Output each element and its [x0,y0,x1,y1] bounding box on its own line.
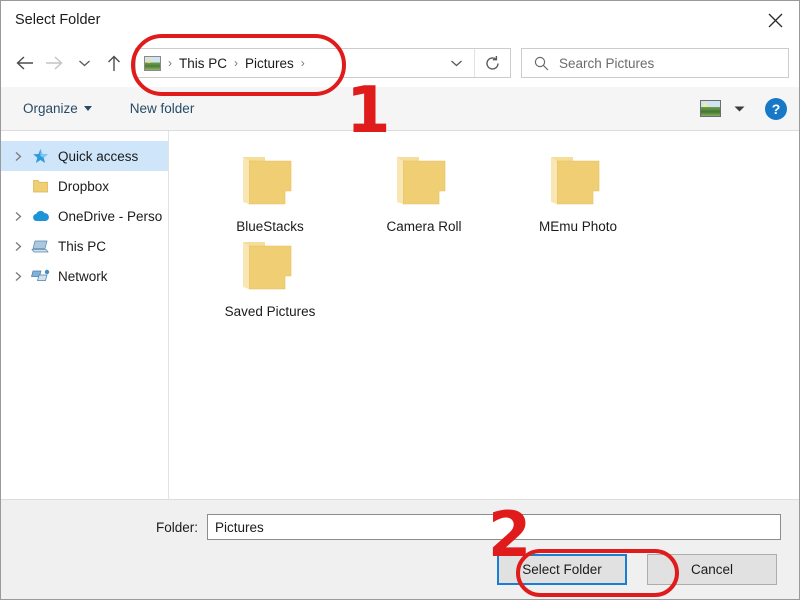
sidebar-item-quick-access[interactable]: Quick access [1,141,168,171]
breadcrumb-item-pictures[interactable]: Pictures [245,56,294,71]
folder-name-row: Folder: Pictures [156,500,799,540]
arrow-left-icon [15,56,33,70]
expand-chevron-icon[interactable] [7,211,29,222]
expand-chevron-icon[interactable] [7,241,29,252]
breadcrumb-separator: › [234,56,239,70]
organize-button[interactable]: Organize [23,101,92,116]
breadcrumb-bar: › This PC › Pictures › [135,48,511,78]
close-icon [768,13,782,27]
sidebar-item-label: Dropbox [58,178,110,194]
select-folder-button[interactable]: Select Folder [497,554,627,585]
chevron-down-icon [450,60,462,67]
file-item-label: MEmu Photo [538,219,618,234]
cancel-button[interactable]: Cancel [647,554,777,585]
refresh-icon [486,55,499,70]
file-item[interactable]: MEmu Photo [501,149,655,234]
breadcrumb-item-this-pc[interactable]: This PC [179,56,227,71]
sidebar-item-label: This PC [58,238,107,254]
select-folder-dialog: Select Folder › This PC › Pictures › Sea… [0,0,800,600]
star-icon [29,148,51,165]
sidebar-item-label: OneDrive - Perso [58,208,163,224]
folder-icon [243,242,292,290]
file-grid: BlueStacks Camera Roll MEmu Photo Saved … [193,149,799,319]
chevron-down-icon [734,106,745,111]
title-bar: Select Folder [1,1,799,39]
view-layout-icon[interactable] [700,100,721,117]
computer-icon [29,239,51,254]
new-folder-button[interactable]: New folder [130,101,195,116]
breadcrumb-separator: › [300,56,305,70]
organize-label: Organize [23,101,78,116]
sidebar-item-label: Network [58,268,108,284]
chevron-down-icon [78,60,90,67]
dialog-body: Quick access Dropbox OneDrive - Perso Th… [1,131,799,499]
sidebar-item-network[interactable]: Network [1,261,168,291]
folder-input[interactable]: Pictures [207,514,781,540]
folder-icon [243,157,292,205]
back-button[interactable] [9,47,39,79]
arrow-up-icon [108,55,120,71]
file-item[interactable]: BlueStacks [193,149,347,234]
new-folder-label: New folder [129,101,195,116]
chevron-down-icon [83,106,92,111]
dialog-footer: Folder: Pictures Select Folder Cancel [1,499,799,599]
navigation-sidebar: Quick access Dropbox OneDrive - Perso Th… [1,131,169,499]
folder-icon [29,179,51,194]
sidebar-item-this-pc[interactable]: This PC [1,231,168,261]
command-toolbar: Organize New folder ? [1,87,799,131]
search-icon [534,56,549,70]
pictures-folder-icon [144,55,161,71]
close-button[interactable] [751,1,799,39]
page-title: Select Folder [15,12,101,28]
sidebar-item-dropbox[interactable]: Dropbox [1,171,168,201]
up-button[interactable] [99,47,129,79]
button-row: Select Folder Cancel [1,540,799,585]
file-list-area[interactable]: BlueStacks Camera Roll MEmu Photo Saved … [169,131,799,499]
sidebar-item-label: Quick access [58,148,139,164]
recent-locations-button[interactable] [69,47,99,79]
navigation-bar: › This PC › Pictures › Search Pictures [1,39,799,87]
folder-icon [551,157,600,205]
refresh-button[interactable] [474,49,510,77]
sidebar-item-onedrive[interactable]: OneDrive - Perso [1,201,168,231]
breadcrumb-history-button[interactable] [438,49,474,77]
search-input[interactable]: Search Pictures [559,56,654,71]
network-icon [29,268,51,284]
file-item-label: Saved Pictures [224,304,316,319]
cloud-icon [29,209,51,223]
arrow-right-icon [45,56,63,70]
view-options-button[interactable] [734,100,745,118]
breadcrumb[interactable]: › This PC › Pictures › [136,49,438,77]
file-item-label: BlueStacks [236,219,304,234]
folder-icon [397,157,446,205]
expand-chevron-icon[interactable] [7,151,29,162]
expand-chevron-icon[interactable] [7,271,29,282]
file-item[interactable]: Camera Roll [347,149,501,234]
file-item-label: Camera Roll [386,219,462,234]
forward-button[interactable] [39,47,69,79]
folder-label: Folder: [156,519,199,535]
search-box[interactable]: Search Pictures [521,48,789,78]
help-button[interactable]: ? [765,97,787,120]
help-label: ? [771,100,781,117]
breadcrumb-separator: › [168,56,172,70]
file-item[interactable]: Saved Pictures [193,234,347,319]
